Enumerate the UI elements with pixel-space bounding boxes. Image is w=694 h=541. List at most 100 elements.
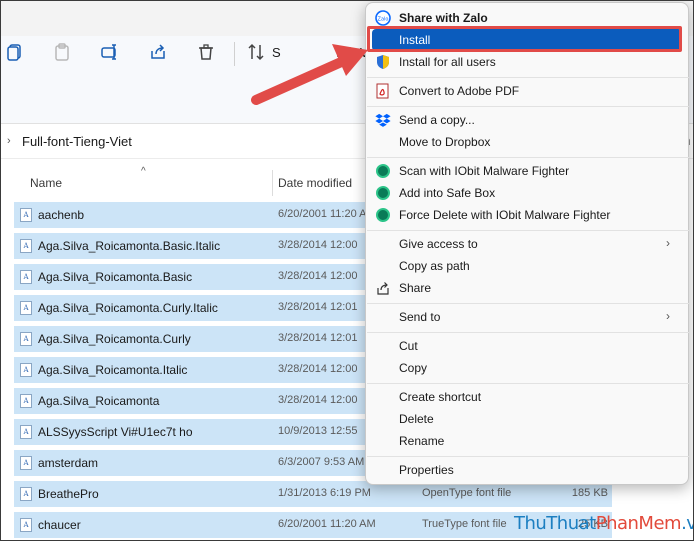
- font-file-icon: A: [20, 270, 32, 284]
- file-date: 10/9/2013 12:55: [278, 425, 358, 437]
- watermark-part-3: .vn: [681, 513, 694, 534]
- font-file-icon: A: [20, 394, 32, 408]
- menu-item-label: Create shortcut: [399, 390, 482, 404]
- menu-item-copy[interactable]: Copy: [372, 357, 682, 379]
- menu-item-create-shortcut[interactable]: Create shortcut: [372, 386, 682, 408]
- file-date: 3/28/2014 12:00: [278, 394, 358, 406]
- file-date: 6/20/2001 11:20 AM: [278, 518, 376, 530]
- menu-item-label: Force Delete with IObit Malware Fighter: [399, 208, 611, 222]
- iobit-icon: [375, 163, 391, 179]
- toolbar-separator: [234, 42, 235, 66]
- file-date: 3/28/2014 12:00: [278, 239, 358, 251]
- breadcrumb-folder[interactable]: Full-font-Tieng-Viet: [22, 134, 132, 149]
- column-header-name[interactable]: Name: [30, 176, 62, 190]
- menu-item-label: Copy as path: [399, 259, 470, 273]
- file-name: Aga.Silva_Roicamonta.Curly.Italic: [38, 301, 218, 315]
- share-icon: [375, 280, 391, 296]
- svg-text:Zalo: Zalo: [378, 17, 389, 23]
- file-name: Aga.Silva_Roicamonta: [38, 394, 160, 408]
- menu-item-convert-to-adobe-pdf[interactable]: Convert to Adobe PDF: [372, 80, 682, 102]
- copy-button[interactable]: [3, 40, 27, 64]
- zalo-icon: Zalo: [375, 10, 391, 26]
- menu-item-share[interactable]: Share: [372, 277, 682, 299]
- menu-item-label: Move to Dropbox: [399, 135, 491, 149]
- menu-item-label: Convert to Adobe PDF: [399, 84, 520, 98]
- watermark: ThuThuatPhanMem.vn: [514, 513, 694, 534]
- file-name: Aga.Silva_Roicamonta.Basic.Italic: [38, 239, 221, 253]
- delete-button[interactable]: [194, 40, 218, 64]
- menu-item-move-to-dropbox[interactable]: Move to Dropbox: [372, 131, 682, 153]
- file-date: 6/3/2007 9:53 AM: [278, 456, 365, 468]
- menu-item-force-delete-iobit[interactable]: Force Delete with IObit Malware Fighter: [372, 204, 682, 226]
- font-file-icon: A: [20, 301, 32, 315]
- font-file-icon: A: [20, 425, 32, 439]
- menu-separator: [367, 332, 689, 333]
- rename-button[interactable]: [98, 40, 122, 64]
- file-date: 3/28/2014 12:00: [278, 270, 358, 282]
- context-menu: Zalo Share with Zalo Install Install for…: [365, 2, 689, 485]
- breadcrumb-chevron-icon[interactable]: ›: [7, 135, 11, 147]
- menu-separator: [367, 456, 689, 457]
- font-file-icon: A: [20, 239, 32, 253]
- iobit-icon: [375, 185, 391, 201]
- menu-item-send-a-copy[interactable]: Send a copy...: [372, 109, 682, 131]
- menu-item-label: Properties: [399, 463, 454, 477]
- watermark-part-1: ThuThuat: [514, 513, 596, 534]
- font-file-icon: A: [20, 208, 32, 222]
- menu-item-send-to[interactable]: Send to ›: [372, 306, 682, 328]
- sort-ascending-icon: ^: [141, 166, 146, 177]
- menu-item-give-access-to[interactable]: Give access to ›: [372, 233, 682, 255]
- copy-icon: [7, 44, 21, 61]
- menu-item-scan-with-iobit[interactable]: Scan with IObit Malware Fighter: [372, 160, 682, 182]
- menu-item-cut[interactable]: Cut: [372, 335, 682, 357]
- install-highlight-box: [367, 26, 682, 52]
- menu-item-label: Scan with IObit Malware Fighter: [399, 164, 570, 178]
- menu-item-install-for-all-users[interactable]: Install for all users: [372, 51, 682, 73]
- menu-item-properties[interactable]: Properties: [372, 459, 682, 481]
- file-name: Aga.Silva_Roicamonta.Italic: [38, 363, 188, 377]
- font-file-icon: A: [20, 487, 32, 501]
- red-arrow-annotation: [251, 44, 368, 105]
- paste-button[interactable]: [50, 40, 74, 64]
- menu-item-label: Copy: [399, 361, 428, 375]
- column-divider[interactable]: [272, 170, 273, 196]
- menu-item-label: Cut: [399, 339, 418, 353]
- menu-item-rename[interactable]: Rename: [372, 430, 682, 452]
- font-file-icon: A: [20, 332, 32, 346]
- menu-item-label: Delete: [399, 412, 434, 426]
- chevron-right-icon: ›: [666, 236, 670, 250]
- menu-item-label: Rename: [399, 434, 445, 448]
- iobit-icon: [375, 207, 391, 223]
- font-file-icon: A: [20, 456, 32, 470]
- file-name: amsterdam: [38, 456, 99, 470]
- watermark-part-2: PhanMem: [595, 513, 682, 534]
- file-size: 185 KB: [571, 487, 608, 499]
- menu-item-label: Send to: [399, 310, 441, 324]
- file-date: 3/28/2014 12:01: [278, 301, 358, 313]
- file-date: 3/28/2014 12:00: [278, 363, 358, 375]
- file-name: ALSSyysScript Vi#U1ec7t ho: [38, 425, 193, 439]
- menu-separator: [367, 383, 689, 384]
- menu-item-label: Send a copy...: [399, 113, 475, 127]
- menu-item-copy-as-path[interactable]: Copy as path: [372, 255, 682, 277]
- file-name: BreathePro: [38, 487, 99, 501]
- share-icon: [151, 44, 165, 59]
- menu-separator: [367, 157, 689, 158]
- file-name: Aga.Silva_Roicamonta.Basic: [38, 270, 193, 284]
- menu-item-label: Share with Zalo: [399, 11, 488, 25]
- menu-item-label: Add into Safe Box: [399, 186, 496, 200]
- file-date: 6/20/2001 11:20 A: [278, 208, 367, 220]
- file-name: chaucer: [38, 518, 81, 532]
- chevron-right-icon: ›: [666, 309, 670, 323]
- menu-item-delete[interactable]: Delete: [372, 408, 682, 430]
- menu-item-label: Share: [399, 281, 432, 295]
- share-button[interactable]: [146, 40, 170, 64]
- menu-separator: [367, 230, 689, 231]
- menu-separator: [367, 77, 689, 78]
- file-type: TrueType font file: [422, 518, 507, 530]
- file-date: 3/28/2014 12:01: [278, 332, 358, 344]
- column-header-date-modified[interactable]: Date modified: [278, 176, 352, 190]
- menu-item-label: Give access to: [399, 237, 478, 251]
- menu-item-add-into-safe-box[interactable]: Add into Safe Box: [372, 182, 682, 204]
- file-name: Aga.Silva_Roicamonta.Curly: [38, 332, 191, 346]
